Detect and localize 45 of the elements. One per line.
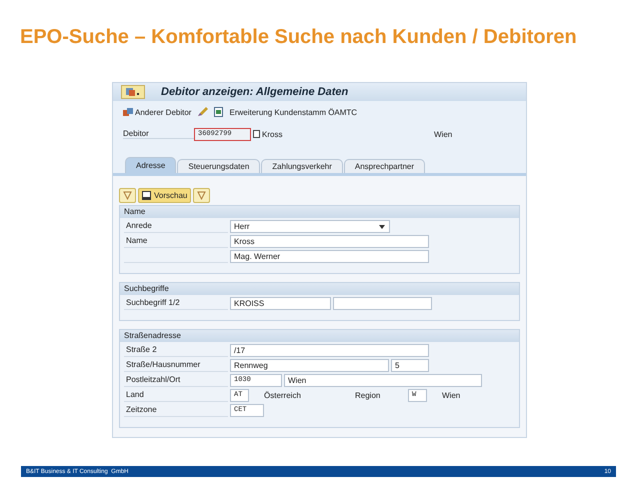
group-title: Suchbegriffe xyxy=(120,283,519,295)
field-label: Postleitzahl/Ort xyxy=(124,374,228,387)
tab[interactable]: Adresse xyxy=(125,157,176,173)
group-title: Straßenadresse xyxy=(120,330,519,342)
group-title: Name xyxy=(120,206,519,218)
caret-icon xyxy=(379,224,385,228)
copy-icon[interactable] xyxy=(253,130,260,138)
field-text: Region xyxy=(354,391,382,400)
input-field[interactable]: KROISS xyxy=(230,297,331,310)
dropdown-field[interactable]: Herr xyxy=(230,220,390,233)
menu-icon[interactable] xyxy=(121,85,145,99)
toolbar-icon[interactable] xyxy=(193,188,210,203)
input-field[interactable]: Mag. Werner xyxy=(230,250,429,263)
triangle-icon xyxy=(123,191,132,200)
tab[interactable]: Zahlungsverkehr xyxy=(261,159,343,173)
triangle-icon xyxy=(197,191,206,200)
input-field[interactable] xyxy=(333,297,432,310)
field-label: Anrede xyxy=(124,220,228,233)
pencil-icon[interactable] xyxy=(197,107,208,117)
preview-button[interactable]: Vorschau xyxy=(138,188,192,203)
input-field[interactable]: Wien xyxy=(284,374,482,387)
input-field[interactable]: Rennweg xyxy=(230,359,389,372)
input-field[interactable]: /17 xyxy=(230,344,429,357)
window-title: Debitor anzeigen: Allgemeine Daten xyxy=(161,86,348,98)
field-label: Straße 2 xyxy=(124,344,228,357)
field-label: Land xyxy=(124,389,228,402)
debitor-name: Kross xyxy=(262,130,284,138)
toolbar-icon[interactable] xyxy=(119,188,136,203)
field-text: Österreich xyxy=(263,391,302,400)
field-label: Straße/Hausnummer xyxy=(124,359,228,372)
document-icon[interactable] xyxy=(214,107,224,117)
windows-icon xyxy=(123,108,133,116)
debitor-city: Wien xyxy=(434,130,452,138)
tab[interactable]: Steuerungsdaten xyxy=(177,159,260,173)
input-field[interactable]: Kross xyxy=(230,235,429,248)
slide-title: EPO-Suche – Komfortable Suche nach Kunden / Debitoren xyxy=(20,26,578,48)
tab[interactable]: Ansprechpartner xyxy=(344,159,426,173)
input-field[interactable]: 5 xyxy=(391,359,429,372)
other-debtor-button[interactable]: Anderer Debitor xyxy=(123,108,192,116)
field-label: Suchbegriff 1/2 xyxy=(124,297,228,310)
field-label: Name xyxy=(124,235,228,248)
field-label: Zeitzone xyxy=(124,404,228,417)
monitor-icon xyxy=(142,191,151,200)
field-text: Wien xyxy=(441,391,462,400)
extension-button[interactable]: Erweiterung Kundenstamm ÖAMTC xyxy=(229,108,358,116)
